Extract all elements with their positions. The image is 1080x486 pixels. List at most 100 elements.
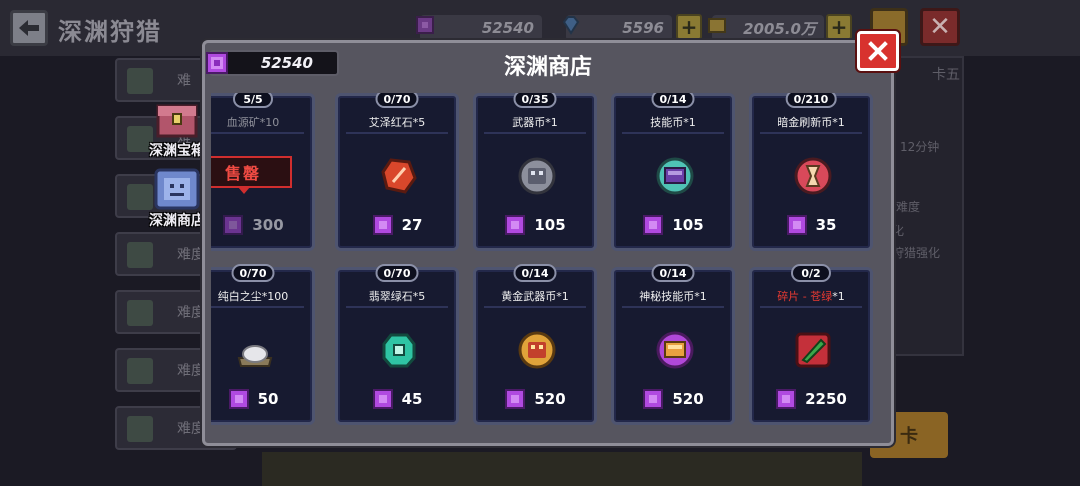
shop-item-grid: 5/5 血源矿*10 售罄 300 0/70 艾泽红石*5 27 0/35 武器… [211, 93, 885, 439]
scene-strip [262, 452, 862, 486]
shop-item-green-stone[interactable]: 0/70 翡翠绿石*5 45 [335, 264, 459, 425]
purchase-limit: 0/210 [785, 93, 837, 108]
item-price: 520 [476, 388, 594, 410]
purple-gem-icon [228, 389, 249, 409]
close-button[interactable] [857, 31, 899, 71]
page-title: 深渊狩猎 [58, 18, 162, 46]
purchase-limit: 0/35 [513, 93, 557, 108]
back-arrow-icon [19, 20, 39, 36]
shop-item-white-dust[interactable]: 0/70 纯白之尘*100 50 [211, 264, 315, 425]
modal-header: 52540 深渊商店 [205, 43, 891, 87]
purchase-limit: 0/70 [375, 264, 419, 282]
item-name: 纯白之尘*100 [217, 290, 289, 303]
purchase-limit: 0/2 [791, 264, 831, 282]
mystic-skill-coin-icon [656, 331, 694, 369]
divider [346, 306, 448, 308]
blue-gem-icon [562, 16, 580, 35]
item-price: 50 [211, 388, 312, 410]
resource-value: 5596 [622, 19, 664, 37]
divider [484, 132, 586, 134]
item-price: 520 [614, 388, 732, 410]
item-price: 35 [752, 214, 870, 236]
modal-title: 深渊商店 [503, 55, 592, 80]
row-icon [127, 416, 153, 442]
purple-gem-icon [786, 215, 807, 235]
resource-value: 52540 [481, 19, 534, 37]
weapon-coin-icon [518, 157, 556, 195]
purple-gem-icon [776, 389, 797, 409]
divider [622, 306, 724, 308]
purchase-limit: 5/5 [233, 93, 273, 108]
resource-gem-purple: 52540 [416, 15, 542, 41]
resource-gem-blue: 5596 [562, 15, 672, 41]
item-price: 45 [338, 388, 456, 410]
item-price: 300 [211, 214, 312, 236]
item-name: 武器币*1 [512, 116, 558, 129]
divider [346, 132, 448, 134]
shop-item-red-stone[interactable]: 0/70 艾泽红石*5 27 [335, 93, 459, 251]
purple-gem-icon [416, 16, 434, 34]
item-price: 2250 [752, 388, 870, 410]
green-shard-icon [795, 332, 831, 368]
purple-gem-icon [643, 389, 664, 409]
add-blue-gem-button[interactable]: + [676, 14, 702, 40]
purchase-limit: 0/14 [651, 264, 695, 282]
item-price: 105 [614, 214, 732, 236]
skill-coin-icon [656, 157, 694, 195]
gold-weapon-coin-icon [518, 331, 556, 369]
row-icon [127, 242, 153, 268]
tab-abyss-chest[interactable]: 深渊宝箱 [146, 96, 208, 160]
item-name: 暗金刷新币*1 [777, 116, 845, 129]
purple-gem-icon [505, 389, 526, 409]
resource-value: 2005.0万 [743, 19, 816, 38]
divider [211, 306, 304, 308]
chest-icon [156, 104, 198, 138]
row-icon [127, 68, 153, 94]
item-name: 艾泽红石*5 [368, 116, 426, 129]
item-price: 105 [476, 214, 594, 236]
red-stone-icon [381, 158, 417, 194]
purple-gem-icon [372, 215, 393, 235]
abyss-shop-modal: 52540 深渊商店 5/5 血源矿*10 售罄 300 0/70 艾泽红石*5 [202, 31, 899, 446]
purple-gem-icon [643, 215, 664, 235]
row-icon [127, 300, 153, 326]
divider [484, 306, 586, 308]
item-name: 翡翠绿石*5 [368, 290, 426, 303]
purple-gem-icon [505, 215, 526, 235]
add-gold-button[interactable]: + [826, 14, 852, 40]
shop-item-refresh-coin[interactable]: 0/210 暗金刷新币*1 35 [749, 93, 873, 251]
item-name: 神秘技能币*1 [639, 290, 707, 303]
sold-out-badge: 售罄 [211, 156, 292, 194]
item-price: 27 [338, 214, 456, 236]
purchase-limit: 0/14 [651, 93, 695, 108]
purchase-limit: 0/70 [375, 93, 419, 108]
white-dust-icon [237, 345, 273, 367]
purchase-limit: 0/70 [231, 264, 275, 282]
shop-item-mystic-skill-coin[interactable]: 0/14 神秘技能币*1 520 [611, 264, 735, 425]
divider [760, 306, 862, 308]
shop-item-weapon-coin[interactable]: 0/35 武器币*1 105 [473, 93, 597, 251]
resource-gold: 2005.0万 [708, 15, 824, 41]
refresh-coin-icon [794, 157, 832, 195]
shop-icon [154, 168, 200, 210]
shop-item-gold-weapon-coin[interactable]: 0/14 黄金武器币*1 520 [473, 264, 597, 425]
back-button[interactable] [10, 10, 48, 46]
exit-button[interactable]: ✕ [920, 8, 960, 46]
item-name: 血源矿*10 [226, 116, 280, 129]
purple-gem-icon [223, 215, 244, 235]
tab-abyss-shop[interactable]: 深渊商店 [146, 166, 208, 230]
close-icon [868, 41, 888, 61]
shop-item-green-shard[interactable]: 0/2 碎片 - 苍绿*1 2250 [749, 264, 873, 425]
item-name: 技能币*1 [650, 116, 696, 129]
item-name: 黄金武器币*1 [501, 290, 569, 303]
row-icon [127, 358, 153, 384]
item-name: 碎片 - 苍绿*1 [777, 290, 845, 303]
divider [760, 132, 862, 134]
green-stone-icon [382, 333, 416, 368]
shop-item-blood-ore[interactable]: 5/5 血源矿*10 售罄 300 [211, 93, 315, 251]
shop-item-skill-coin[interactable]: 0/14 技能币*1 105 [611, 93, 735, 251]
gold-coin-icon [708, 18, 726, 33]
purchase-limit: 0/14 [513, 264, 557, 282]
purple-gem-icon [372, 389, 393, 409]
divider [622, 132, 724, 134]
